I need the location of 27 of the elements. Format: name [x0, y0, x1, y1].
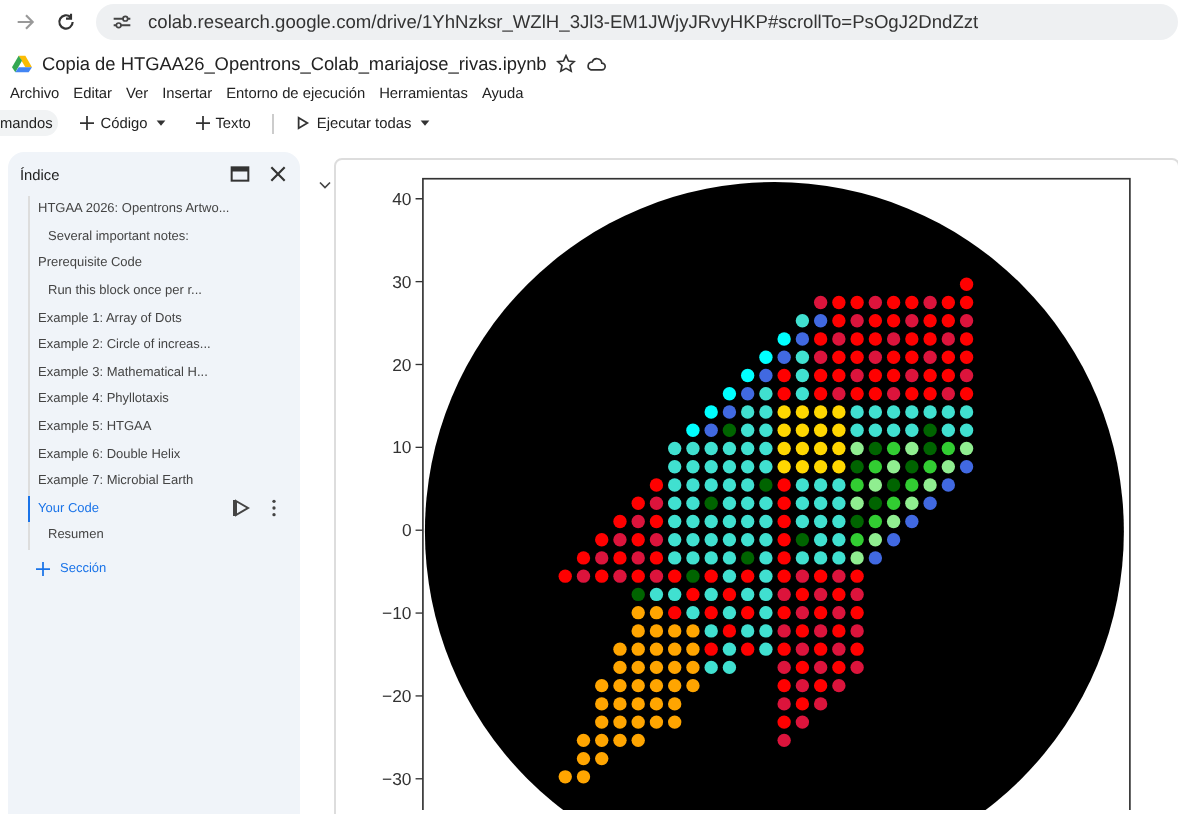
y-tick-label: 0 [401, 520, 412, 541]
y-tick-label: 10 [392, 437, 412, 458]
play-icon[interactable] [232, 498, 252, 519]
notebook-title[interactable]: Copia de HTGAA26_Opentrons_Colab_mariajose_rivas.ipynb [42, 54, 547, 74]
site-settings-icon[interactable] [112, 11, 132, 31]
y-tick-label: −20 [382, 685, 412, 706]
reload-icon[interactable] [56, 11, 76, 31]
open-in-tab-icon[interactable] [230, 164, 250, 184]
y-tick-label: −10 [382, 603, 412, 624]
play-icon [296, 116, 311, 130]
close-icon[interactable] [268, 164, 288, 184]
plus-icon [36, 561, 50, 576]
y-tick-label: 20 [392, 354, 412, 375]
url-text: colab.research.google.com/drive/1YhNzksr_WZlH_3Jl3-EM1JWjyJRvyHKP#scrollTo=PsOgJ2DndZzt [148, 11, 979, 31]
plus-icon [80, 116, 95, 130]
forward-icon[interactable] [16, 11, 36, 31]
star-icon[interactable] [556, 54, 577, 74]
caret-icon [417, 116, 432, 130]
y-tick-label: 30 [392, 271, 412, 292]
drive-logo-icon [12, 54, 32, 74]
caret-icon [153, 116, 168, 130]
collapse-chevron-icon[interactable] [318, 180, 332, 190]
address-bar[interactable]: colab.research.google.com/drive/1YhNzksr_WZlH_3Jl3-EM1JWjyJRvyHKP#scrollTo=PsOgJ2DndZzt [96, 3, 1178, 39]
y-tick-label: −30 [382, 768, 412, 789]
plus-icon [195, 116, 210, 130]
cloud-icon[interactable] [586, 54, 607, 74]
y-tick-label: 40 [392, 188, 412, 209]
